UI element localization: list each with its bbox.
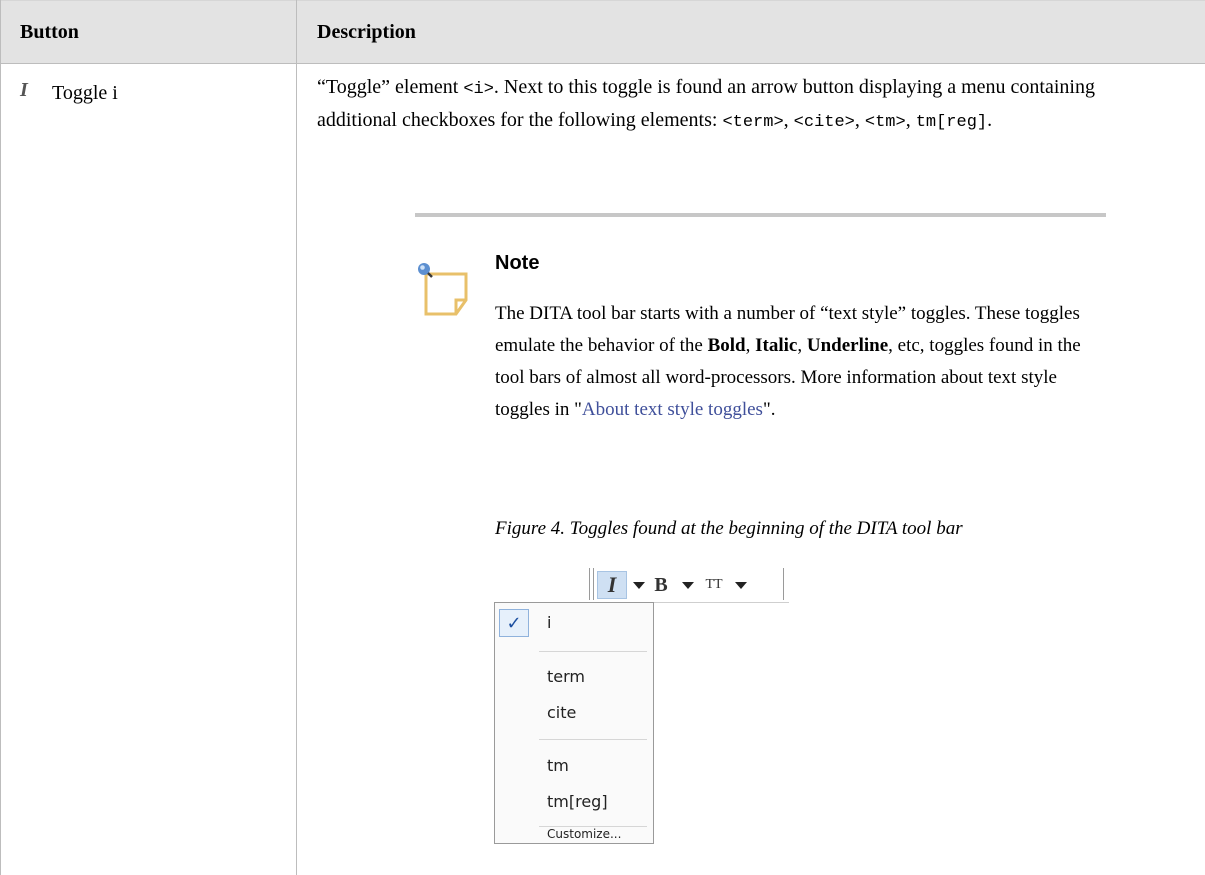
tt-dropdown-arrow-icon[interactable]: [735, 582, 747, 589]
code-cite: <cite>: [793, 113, 855, 132]
toolbar-screenshot: I B TT: [589, 566, 789, 604]
italic-toggle-button[interactable]: I: [597, 571, 627, 599]
toolbar-separator: [783, 568, 784, 600]
italic-dropdown-arrow-icon[interactable]: [633, 582, 645, 589]
reference-table: Button Description I Toggle i “Toggle” e…: [0, 0, 1205, 875]
desc-text: ,: [905, 109, 916, 131]
checkmark-icon: ✓: [499, 609, 529, 637]
button-cell: I Toggle i: [20, 79, 118, 105]
description-cell: “Toggle” element <i>. Next to this toggl…: [317, 72, 1177, 138]
note-text: ".: [762, 399, 776, 420]
note-rule: [415, 213, 1106, 217]
button-label: Toggle i: [52, 82, 118, 104]
menu-item-tm-reg[interactable]: tm[reg]: [547, 792, 608, 811]
note-body: The DITA tool bar starts with a number o…: [495, 298, 1095, 426]
note-bold: Bold: [707, 335, 746, 356]
bold-toggle-button[interactable]: B: [651, 571, 671, 599]
menu-item-term[interactable]: term: [547, 667, 585, 686]
about-toggles-link[interactable]: About text style toggles: [582, 399, 763, 420]
note-icon: [418, 263, 468, 316]
menu-separator: [539, 651, 647, 652]
toggle-menu: ✓ i term cite tm tm[reg] Customize...: [494, 602, 654, 844]
desc-text: ,: [783, 109, 794, 131]
code-tm-reg: tm[reg]: [915, 113, 988, 132]
italic-i-icon: I: [20, 79, 28, 101]
menu-item-tm[interactable]: tm: [547, 756, 569, 775]
toolbar-separator: [593, 568, 594, 600]
note-underline: Underline: [806, 335, 889, 356]
code-term: <term>: [722, 113, 784, 132]
code-i: <i>: [463, 80, 494, 99]
menu-item-customize[interactable]: Customize...: [547, 827, 621, 841]
figure-caption: Figure 4. Toggles found at the beginning…: [495, 518, 963, 539]
note-italic: Italic: [755, 335, 798, 356]
menu-item-cite[interactable]: cite: [547, 703, 576, 722]
desc-text: .: [987, 109, 993, 131]
toolbar-edge: [653, 602, 789, 603]
tt-toggle-button[interactable]: TT: [699, 571, 729, 599]
note-text: ,: [745, 335, 756, 356]
bold-dropdown-arrow-icon[interactable]: [682, 582, 694, 589]
header-button: Button: [20, 21, 79, 43]
table-border: [0, 0, 1, 875]
desc-text: “Toggle” element: [317, 76, 464, 98]
menu-item-i[interactable]: i: [547, 613, 551, 632]
menu-separator: [539, 739, 647, 740]
header-description: Description: [317, 21, 416, 43]
desc-text: ,: [854, 109, 865, 131]
note-title: Note: [495, 252, 540, 274]
column-divider: [296, 0, 297, 875]
code-tm: <tm>: [864, 113, 906, 132]
note-text: ,: [797, 335, 807, 356]
toolbar-separator: [589, 568, 590, 600]
table-header: Button Description: [0, 0, 1205, 64]
